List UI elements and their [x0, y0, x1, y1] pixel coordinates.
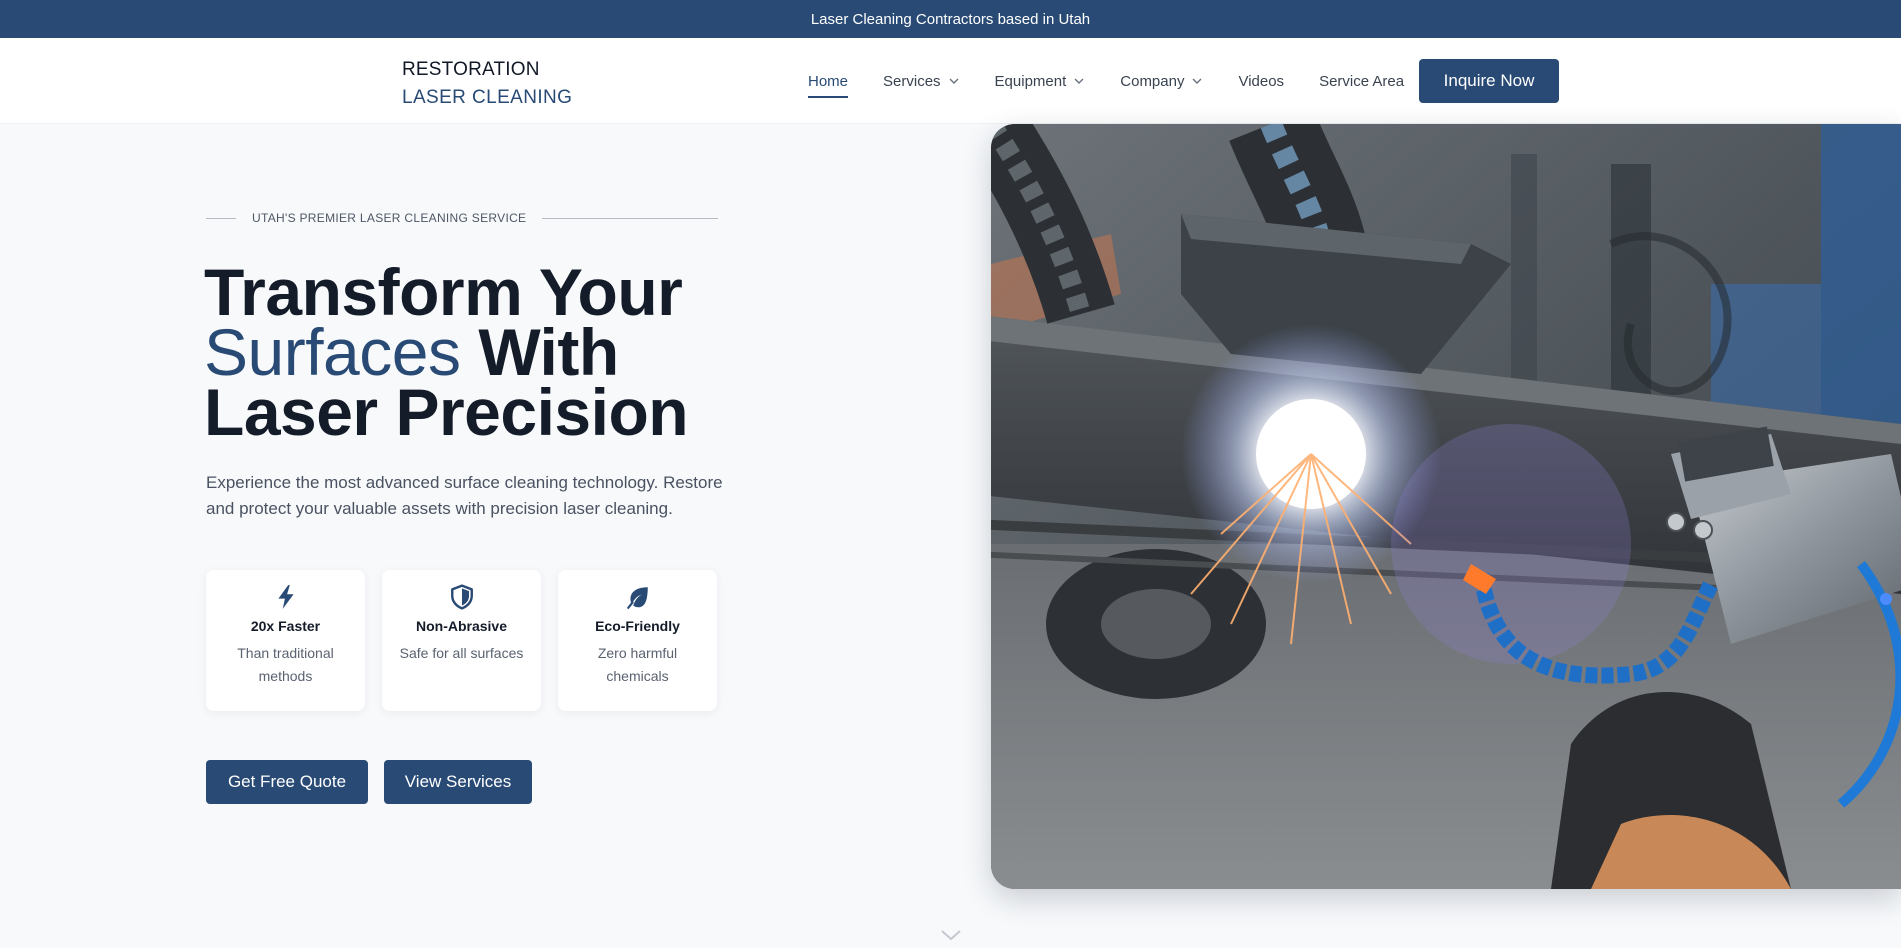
nav-item-equipment[interactable]: Equipment [995, 73, 1086, 90]
nav-item-label: Home [808, 72, 849, 90]
announcement-bar: Laser Cleaning Contractors based in Utah [0, 0, 1901, 38]
feature-desc: Safe for all surfaces [399, 645, 524, 661]
nav-item-label: Videos [1238, 72, 1285, 90]
feature-cards: 20x Faster Than traditional methods Non-… [206, 570, 734, 711]
hero-subtext: Experience the most advanced surface cle… [206, 473, 723, 518]
chevron-down-icon [1192, 78, 1202, 84]
hero-headline: Transform Your Surfaces With Laser Preci… [204, 259, 764, 445]
hero-laser-cleaning-photo [991, 124, 1901, 889]
announcement-text: Laser Cleaning Contractors based in Utah [810, 10, 1091, 28]
feature-title: 20x Faster [250, 618, 321, 634]
feature-title: Eco-Friendly [595, 618, 680, 634]
nav-item-videos[interactable]: Videos [1238, 73, 1284, 90]
laser-cleaning-scene-illustration [991, 124, 1901, 889]
feature-title: Non-Abrasive [415, 618, 508, 634]
logo-line-laser-cleaning: LASER CLEANING [402, 87, 573, 108]
site-header: RESTORATION LASER CLEANING Home Services… [0, 38, 1901, 124]
view-services-button[interactable]: View Services [384, 760, 532, 804]
nav-item-company[interactable]: Company [1120, 73, 1203, 90]
feature-card-non-abrasive: Non-Abrasive Safe for all surfaces [382, 570, 541, 711]
chevron-down-icon[interactable] [940, 928, 962, 942]
main-nav: Home Services Equipment Company Videos S… [808, 38, 1424, 124]
tagline-divider-right [542, 217, 718, 219]
feature-card-eco-friendly: Eco-Friendly Zero harmful chemicals [558, 570, 717, 711]
feature-desc: Than traditional methods [237, 645, 334, 684]
site-logo[interactable]: RESTORATION LASER CLEANING [402, 56, 572, 112]
nav-item-services[interactable]: Services [883, 73, 960, 90]
nav-item-home[interactable]: Home [808, 72, 849, 98]
tagline-text: UTAH'S PREMIER LASER CLEANING SERVICE [252, 211, 527, 225]
nav-item-label: Company [1120, 72, 1185, 90]
lightning-bolt-icon [277, 585, 294, 609]
logo-line-restoration: RESTORATION [402, 59, 540, 80]
get-free-quote-button[interactable]: Get Free Quote [206, 760, 368, 804]
shield-icon [450, 584, 473, 610]
nav-item-label: Equipment [994, 72, 1067, 90]
hero-tagline: UTAH'S PREMIER LASER CLEANING SERVICE [206, 208, 718, 228]
feature-desc: Zero harmful chemicals [597, 645, 678, 684]
inquire-now-button[interactable]: Inquire Now [1419, 59, 1559, 103]
chevron-down-icon [949, 78, 959, 84]
tagline-divider-left [206, 217, 236, 219]
nav-item-label: Services [883, 72, 941, 90]
nav-item-service-area[interactable]: Service Area [1319, 73, 1404, 90]
nav-item-label: Service Area [1319, 72, 1405, 90]
chevron-down-icon [1074, 78, 1084, 84]
feature-card-faster: 20x Faster Than traditional methods [206, 570, 365, 711]
leaf-icon [626, 587, 648, 609]
headline-part3: Laser Precision [204, 375, 689, 449]
